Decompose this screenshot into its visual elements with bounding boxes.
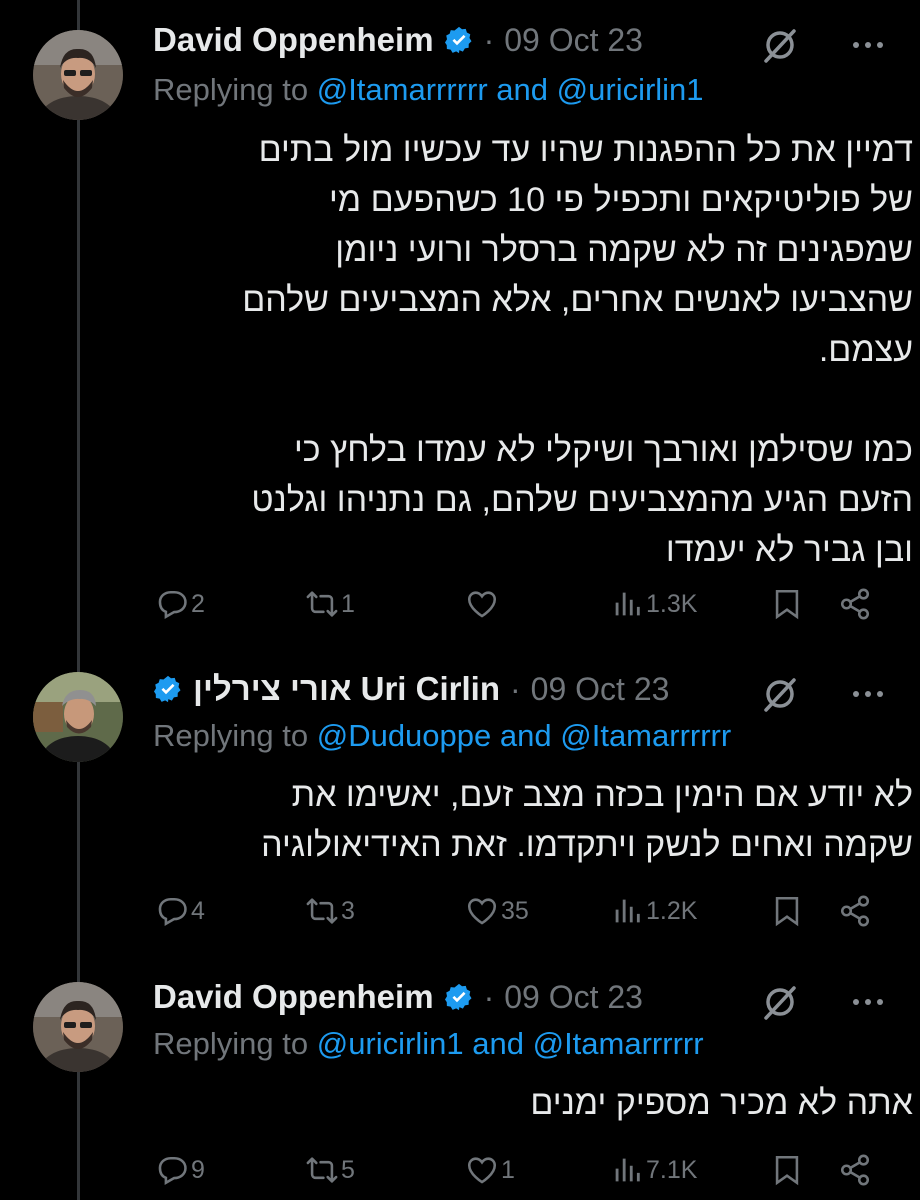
views-icon xyxy=(615,592,640,616)
reply-button[interactable]: 9 xyxy=(155,1146,205,1194)
share-icon xyxy=(840,1154,870,1186)
tweet-date[interactable]: 09 Oct 23 xyxy=(531,671,670,708)
more-icon[interactable] xyxy=(848,25,888,65)
tweet-header: David Oppenheim · 09 Oct 23 xyxy=(153,972,900,1022)
mention-link[interactable]: @Itamarrrrrr xyxy=(533,1026,704,1061)
repost-button[interactable]: 1 xyxy=(305,580,355,628)
bookmark-icon xyxy=(775,589,799,620)
avatar-david-image xyxy=(33,30,123,120)
like-count: 35 xyxy=(501,896,529,925)
mention-and: and xyxy=(496,72,549,107)
tweet-text: לא יודע אם הימין בכזה מצב זעם, יאשימו את… xyxy=(261,776,913,864)
separator-dot: · xyxy=(483,978,495,1015)
reply-icon xyxy=(158,1156,187,1185)
repost-button[interactable]: 5 xyxy=(305,1146,355,1194)
repost-count: 1 xyxy=(341,589,355,618)
action-bar: 4 3 35 1.2K xyxy=(150,887,895,935)
tweet-text: אתה לא מכיר מספיק ימנים xyxy=(530,1084,913,1122)
views-icon xyxy=(615,1158,640,1182)
mention-link[interactable]: @Duduoppe xyxy=(317,718,492,753)
repost-count: 5 xyxy=(341,1155,355,1184)
author-name[interactable]: David Oppenheim xyxy=(153,978,434,1016)
share-button[interactable] xyxy=(838,1146,872,1194)
repost-button[interactable]: 3 xyxy=(305,887,355,935)
bookmark-button[interactable] xyxy=(770,1146,804,1194)
replying-to: Replying to @Duduoppe and @Itamarrrrrr xyxy=(153,718,731,762)
grok-icon[interactable] xyxy=(760,982,800,1022)
mention-link[interactable]: @Itamarrrrrr xyxy=(560,718,731,753)
views-button[interactable]: 1.3K xyxy=(610,580,697,628)
heart-icon xyxy=(467,898,497,925)
grok-icon[interactable] xyxy=(760,25,800,65)
bookmark-button[interactable] xyxy=(770,580,804,628)
reply-icon xyxy=(158,590,187,619)
views-count: 7.1K xyxy=(646,1155,698,1184)
mention-link[interactable]: @uricirlin1 xyxy=(317,1026,464,1061)
verified-badge-icon xyxy=(444,983,472,1011)
tweet-3[interactable]: David Oppenheim · 09 Oct 23 Replying to … xyxy=(0,960,920,1200)
reply-count: 9 xyxy=(191,1155,205,1184)
verified-badge-icon xyxy=(444,26,472,54)
replying-to: Replying to @Itamarrrrrr and @uricirlin1 xyxy=(153,72,704,116)
verified-badge-icon xyxy=(154,675,181,703)
more-icon[interactable] xyxy=(848,982,888,1022)
avatar-uri-image xyxy=(33,672,123,762)
action-bar: 2 1 1.3K xyxy=(150,580,895,628)
avatar[interactable] xyxy=(33,672,123,762)
heart-icon xyxy=(467,1157,497,1184)
heart-icon xyxy=(467,591,497,618)
replying-to-label: Replying to xyxy=(153,1026,309,1061)
more-icon[interactable] xyxy=(848,674,888,714)
separator-dot: · xyxy=(510,670,521,707)
repost-count: 3 xyxy=(341,896,355,925)
tweet-date[interactable]: 09 Oct 23 xyxy=(504,22,643,59)
separator-dot: · xyxy=(483,21,495,58)
repost-icon xyxy=(306,1157,338,1183)
share-icon xyxy=(840,588,870,620)
views-button[interactable]: 1.2K xyxy=(610,887,697,935)
share-button[interactable] xyxy=(838,887,872,935)
author-name[interactable]: David Oppenheim xyxy=(153,21,434,59)
replying-to: Replying to @uricirlin1 and @Itamarrrrrr xyxy=(153,1026,704,1070)
replying-to-label: Replying to xyxy=(153,718,309,753)
reply-icon xyxy=(158,897,187,926)
mention-link[interactable]: @Itamarrrrrr xyxy=(317,72,488,107)
views-count: 1.3K xyxy=(646,589,698,618)
avatar-david-image xyxy=(33,982,123,1072)
avatar[interactable] xyxy=(33,982,123,1072)
views-icon xyxy=(615,899,640,923)
tweet-1[interactable]: David Oppenheim · 09 Oct 23 Replying to … xyxy=(0,0,920,650)
views-count: 1.2K xyxy=(646,896,698,925)
avatar[interactable] xyxy=(33,30,123,120)
repost-icon xyxy=(306,591,338,617)
tweet-header: David Oppenheim · 09 Oct 23 xyxy=(153,15,900,65)
mention-and: and xyxy=(499,718,552,753)
bookmark-icon xyxy=(775,1155,799,1186)
tweet-text: דמיין את כל ההפגנות שהיו עד עכשיו מול בת… xyxy=(242,131,913,569)
like-button[interactable] xyxy=(465,580,501,628)
repost-icon xyxy=(306,898,338,924)
action-bar: 9 5 1 7.1K xyxy=(150,1146,895,1194)
share-icon xyxy=(840,895,870,927)
tweet-header: אורי צירלין Uri Cirlin · 09 Oct 23 xyxy=(153,664,900,714)
author-name[interactable]: אורי צירלין Uri Cirlin xyxy=(193,670,500,708)
like-count: 1 xyxy=(501,1155,515,1184)
views-button[interactable]: 7.1K xyxy=(610,1146,697,1194)
mention-and: and xyxy=(472,1026,524,1061)
like-button[interactable]: 1 xyxy=(465,1146,515,1194)
reply-button[interactable]: 4 xyxy=(155,887,205,935)
grok-icon[interactable] xyxy=(760,674,800,714)
mention-link[interactable]: @uricirlin1 xyxy=(557,72,704,107)
replying-to-label: Replying to xyxy=(153,72,309,107)
like-button[interactable]: 35 xyxy=(465,887,529,935)
reply-count: 2 xyxy=(191,589,205,618)
share-button[interactable] xyxy=(838,580,872,628)
bookmark-icon xyxy=(775,896,799,927)
reply-count: 4 xyxy=(191,896,205,925)
reply-button[interactable]: 2 xyxy=(155,580,205,628)
bookmark-button[interactable] xyxy=(770,887,804,935)
tweet-date[interactable]: 09 Oct 23 xyxy=(504,979,643,1016)
tweet-2[interactable]: אורי צירלין Uri Cirlin · 09 Oct 23 Reply… xyxy=(0,650,920,960)
